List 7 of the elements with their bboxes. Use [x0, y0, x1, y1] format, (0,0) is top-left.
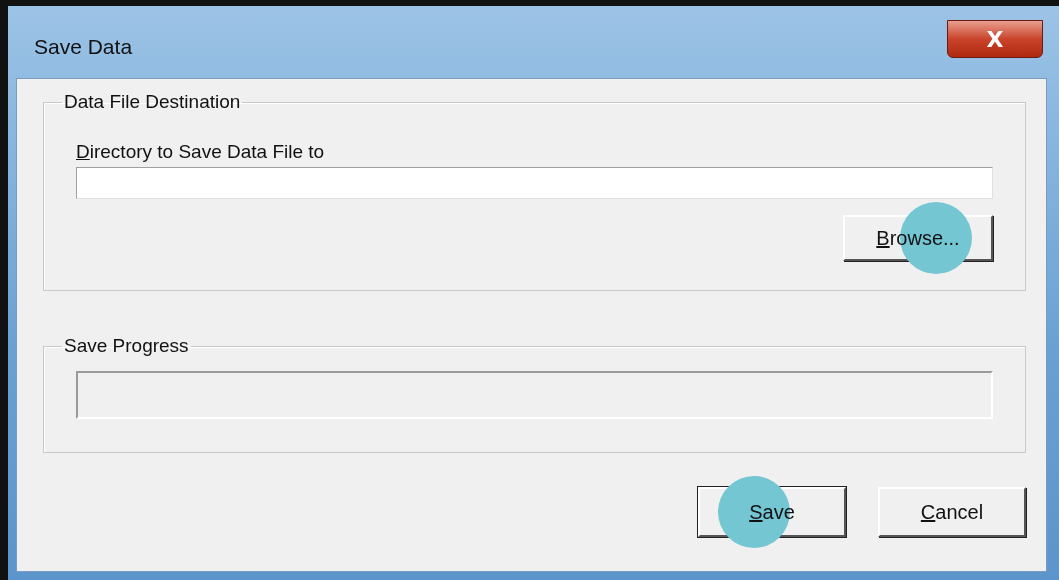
close-button[interactable]: X — [947, 20, 1043, 58]
group-title: Data File Destination — [63, 91, 242, 113]
window-title: Save Data — [34, 35, 133, 59]
directory-field[interactable] — [76, 167, 993, 199]
cancel-button[interactable]: Cancel — [878, 487, 1026, 537]
group-title: Save Progress — [63, 335, 190, 357]
field-label: Directory to Save Data File to — [76, 141, 326, 163]
